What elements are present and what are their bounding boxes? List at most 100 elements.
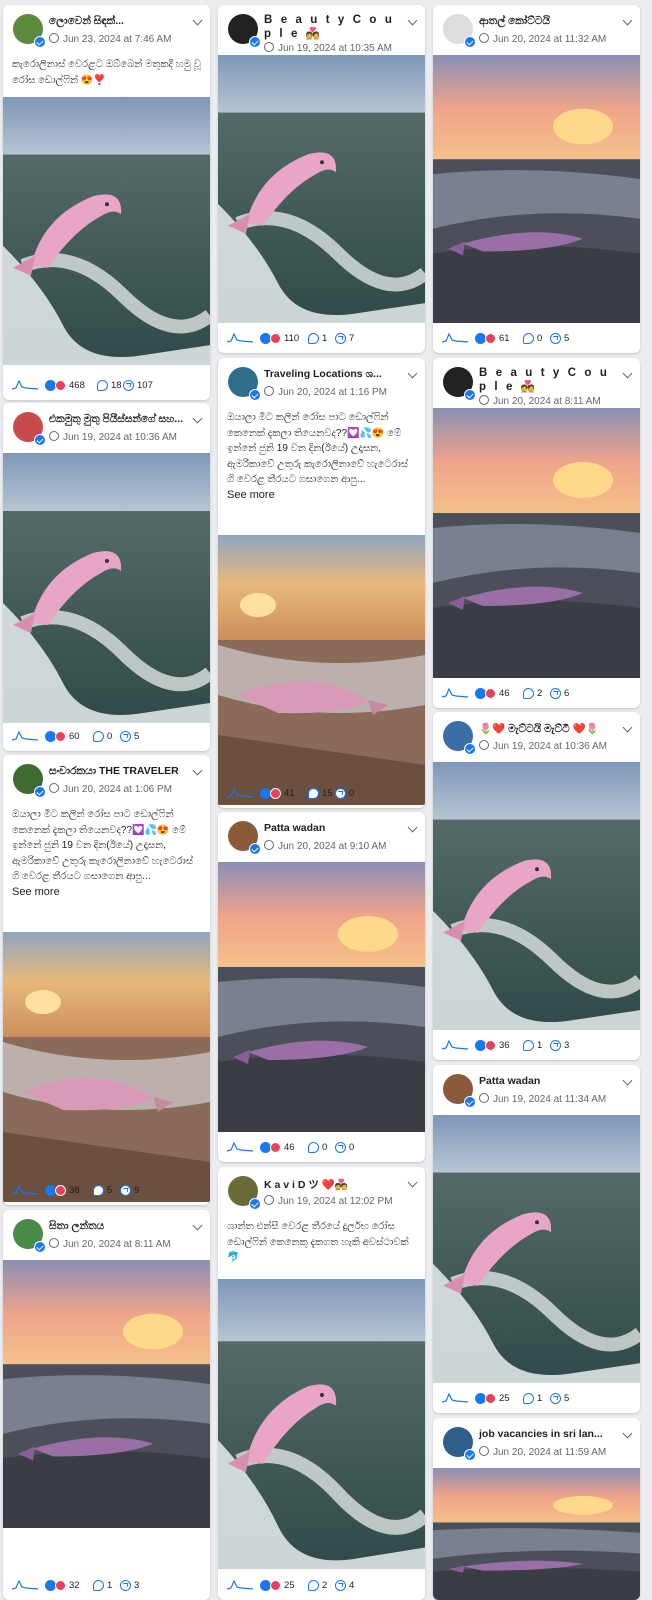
reactions-count[interactable]: 46 [260, 1141, 295, 1154]
comments-count[interactable]: 1 [523, 1392, 542, 1405]
shares-count[interactable]: 3 [120, 1579, 139, 1592]
author-name[interactable]: job vacancies in sri lan... [479, 1428, 616, 1440]
reactions-count[interactable]: 41 [260, 787, 295, 800]
shares-count[interactable]: 4 [335, 1579, 354, 1592]
post-card[interactable]: Traveling Locations ශ... Jun 20, 2024 at… [218, 358, 425, 808]
reactions-count[interactable]: 38 [45, 1184, 80, 1197]
reactions-count[interactable]: 61 [475, 332, 510, 345]
chevron-down-icon[interactable] [622, 722, 633, 733]
post-image[interactable] [3, 97, 210, 365]
shares-count[interactable]: 0 [335, 787, 354, 800]
post-timestamp[interactable]: Jun 19, 2024 at 11:34 AM [479, 1093, 606, 1105]
author-name[interactable]: සිතා ලන්තය [49, 1220, 186, 1233]
post-card[interactable]: Patta wadan Jun 19, 2024 at 11:34 AM 25 … [433, 1065, 640, 1413]
post-timestamp[interactable]: Jun 20, 2024 at 11:59 AM [479, 1446, 606, 1458]
post-timestamp[interactable]: Jun 20, 2024 at 8:11 AM [479, 395, 601, 407]
chevron-down-icon[interactable] [192, 15, 203, 26]
chevron-down-icon[interactable] [407, 368, 418, 379]
author-name[interactable]: ආතල් කෝට්ටයි [479, 15, 616, 28]
post-card[interactable]: සංචාරකයා THE TRAVELER Jun 20, 2024 at 1:… [3, 755, 210, 1205]
chevron-down-icon[interactable] [192, 413, 203, 424]
post-card[interactable]: Patta wadan Jun 20, 2024 at 9:10 AM 46 0… [218, 812, 425, 1162]
comments-count[interactable]: 2 [523, 687, 542, 700]
see-more-link[interactable]: See more [12, 885, 201, 901]
comments-count[interactable]: 1 [93, 1579, 112, 1592]
reactions-count[interactable]: 25 [260, 1579, 295, 1592]
shares-count[interactable]: 5 [120, 730, 139, 743]
post-card[interactable]: ආතල් කෝට්ටයි Jun 20, 2024 at 11:32 AM 61… [433, 5, 640, 353]
chevron-down-icon[interactable] [407, 15, 418, 26]
author-name[interactable]: 🌷❤️ මැට්ටයි මැට්ටී ❤️🌷 [479, 722, 616, 736]
post-card[interactable]: සිතා ලන්තය Jun 20, 2024 at 8:11 AM 32 1 … [3, 1210, 210, 1600]
author-name[interactable]: Patta wadan [479, 1075, 616, 1087]
post-image[interactable] [218, 55, 425, 323]
author-name[interactable]: Patta wadan [264, 822, 401, 834]
chevron-down-icon[interactable] [407, 1177, 418, 1188]
post-card[interactable]: එකමුතු මුතු පියීස්සන්ගේ සහ... Jun 19, 20… [3, 403, 210, 751]
post-timestamp[interactable]: Jun 20, 2024 at 9:10 AM [264, 840, 386, 852]
post-image[interactable] [433, 408, 640, 678]
chevron-down-icon[interactable] [192, 765, 203, 776]
comments-count[interactable]: 18 [97, 379, 122, 392]
chevron-down-icon[interactable] [622, 1428, 633, 1439]
post-image[interactable] [218, 1279, 425, 1569]
chevron-down-icon[interactable] [622, 368, 633, 379]
reactions-count[interactable]: 110 [260, 332, 299, 345]
comments-count[interactable]: 0 [308, 1141, 327, 1154]
post-image[interactable] [3, 932, 210, 1202]
comments-count[interactable]: 0 [523, 332, 542, 345]
chevron-down-icon[interactable] [622, 15, 633, 26]
post-timestamp[interactable]: Jun 19, 2024 at 10:35 AM [264, 42, 392, 54]
reactions-count[interactable]: 468 [45, 379, 85, 392]
post-timestamp[interactable]: Jun 20, 2024 at 1:06 PM [49, 783, 172, 795]
post-card[interactable]: job vacancies in sri lan... Jun 20, 2024… [433, 1418, 640, 1600]
post-image[interactable] [218, 862, 425, 1132]
post-card[interactable]: B e a u t y C o u p l e 💑 Jun 19, 2024 a… [218, 5, 425, 353]
shares-count[interactable]: 5 [550, 1392, 569, 1405]
author-name[interactable]: B e a u t y C o u p l e 💑 [264, 13, 401, 41]
shares-count[interactable]: 7 [335, 332, 354, 345]
post-image[interactable] [218, 535, 425, 805]
author-name[interactable]: ලොවෙන් සිඳක්... [49, 15, 186, 28]
post-card[interactable]: B e a u t y C o u p l e 💑 Jun 20, 2024 a… [433, 358, 640, 708]
author-name[interactable]: B e a u t y C o u p l e 💑 [479, 366, 616, 394]
shares-count[interactable]: 107 [123, 379, 153, 392]
author-name[interactable]: Traveling Locations ශ... [264, 368, 401, 381]
see-more-link[interactable]: See more [227, 488, 416, 504]
reactions-count[interactable]: 32 [45, 1579, 80, 1592]
reactions-count[interactable]: 60 [45, 730, 80, 743]
post-timestamp[interactable]: Jun 20, 2024 at 1:16 PM [264, 386, 387, 398]
post-timestamp[interactable]: Jun 19, 2024 at 12:02 PM [264, 1195, 393, 1207]
author-name[interactable]: K a v i D ツ ❤️💑 [264, 1177, 401, 1192]
post-timestamp[interactable]: Jun 19, 2024 at 10:36 AM [49, 431, 177, 443]
post-timestamp[interactable]: Jun 19, 2024 at 10:36 AM [479, 740, 607, 752]
author-name[interactable]: එකමුතු මුතු පියීස්සන්ගේ සහ... [49, 413, 186, 426]
chevron-down-icon[interactable] [622, 1075, 633, 1086]
post-image[interactable] [433, 55, 640, 323]
post-card[interactable]: ලොවෙන් සිඳක්... Jun 23, 2024 at 7:46 AM … [3, 5, 210, 400]
shares-count[interactable]: 3 [550, 1039, 569, 1052]
shares-count[interactable]: 5 [550, 332, 569, 345]
shares-count[interactable]: 6 [550, 687, 569, 700]
post-timestamp[interactable]: Jun 20, 2024 at 8:11 AM [49, 1238, 171, 1250]
chevron-down-icon[interactable] [407, 822, 418, 833]
post-timestamp[interactable]: Jun 23, 2024 at 7:46 AM [49, 33, 171, 45]
comments-count[interactable]: 1 [308, 332, 327, 345]
author-name[interactable]: සංචාරකයා THE TRAVELER [49, 765, 186, 778]
post-card[interactable]: 🌷❤️ මැට්ටයි මැට්ටී ❤️🌷 Jun 19, 2024 at 1… [433, 712, 640, 1060]
post-timestamp[interactable]: Jun 20, 2024 at 11:32 AM [479, 33, 606, 45]
reactions-count[interactable]: 46 [475, 687, 510, 700]
comments-count[interactable]: 15 [308, 787, 333, 800]
comments-count[interactable]: 1 [523, 1039, 542, 1052]
post-card[interactable]: K a v i D ツ ❤️💑 Jun 19, 2024 at 12:02 PM… [218, 1167, 425, 1600]
post-image[interactable] [433, 1468, 640, 1600]
comments-count[interactable]: 5 [93, 1184, 112, 1197]
chevron-down-icon[interactable] [192, 1220, 203, 1231]
comments-count[interactable]: 0 [93, 730, 112, 743]
shares-count[interactable]: 9 [120, 1184, 139, 1197]
reactions-count[interactable]: 25 [475, 1392, 510, 1405]
reactions-count[interactable]: 36 [475, 1039, 510, 1052]
post-image[interactable] [433, 762, 640, 1030]
post-image[interactable] [3, 453, 210, 723]
post-image[interactable] [3, 1260, 210, 1528]
